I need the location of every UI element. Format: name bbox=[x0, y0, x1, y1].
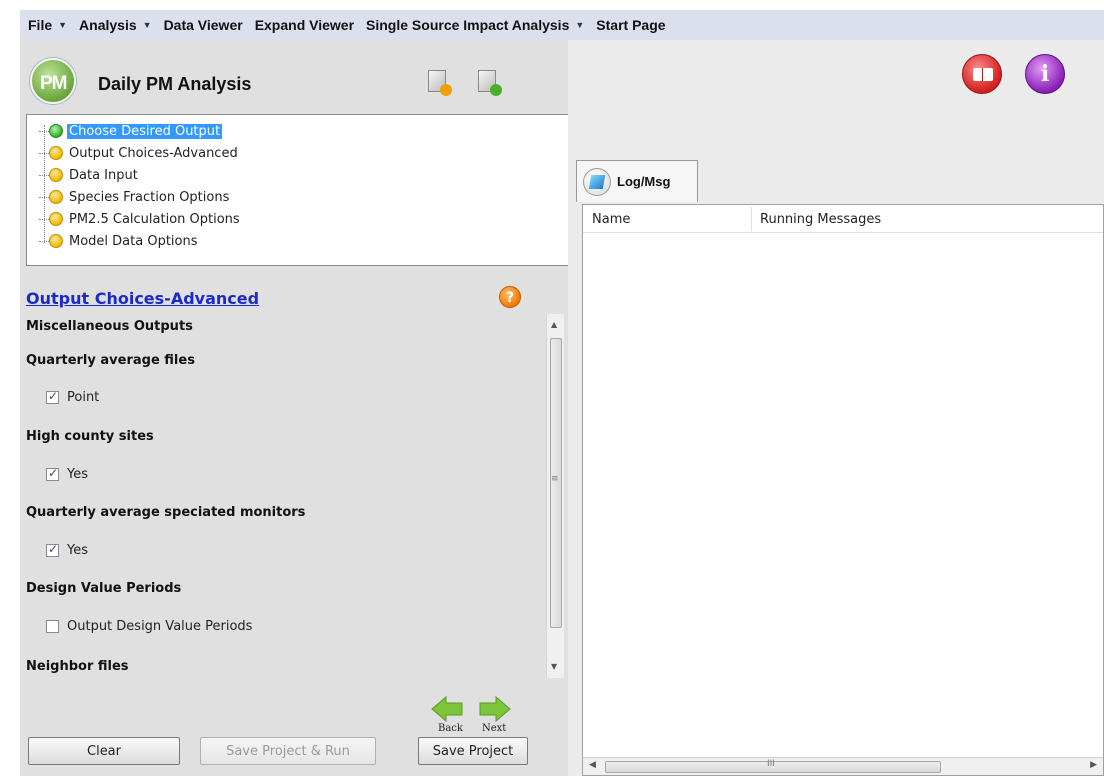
neighbor-files-heading: Neighbor files bbox=[26, 659, 129, 674]
quarterly-speciated-heading: Quarterly average speciated monitors bbox=[26, 505, 306, 520]
tree-item-data-input[interactable]: Data Input bbox=[27, 164, 569, 186]
design-value-periods-heading: Design Value Periods bbox=[26, 581, 182, 596]
page-title: Daily PM Analysis bbox=[98, 74, 252, 94]
section-title-link[interactable]: Output Choices-Advanced bbox=[26, 289, 259, 308]
tree-item-pm25-calculation-options[interactable]: PM2.5 Calculation Options bbox=[27, 208, 569, 230]
menu-file[interactable]: File ▼ bbox=[28, 17, 71, 33]
tab-label: Log/Msg bbox=[617, 174, 671, 189]
status-yellow-icon bbox=[49, 168, 63, 182]
next-label: Next bbox=[482, 723, 507, 734]
scroll-grip-icon: III bbox=[767, 759, 775, 769]
tree-item-label: Species Fraction Options bbox=[69, 189, 230, 205]
menu-data-viewer[interactable]: Data Viewer bbox=[164, 17, 247, 33]
column-header-name[interactable]: Name bbox=[592, 212, 630, 227]
column-divider[interactable] bbox=[751, 207, 752, 231]
menu-single-source[interactable]: Single Source Impact Analysis ▼ bbox=[366, 17, 588, 33]
save-project-button[interactable]: Save Project bbox=[418, 737, 528, 765]
tree-item-label: Data Input bbox=[69, 167, 138, 183]
menu-data-viewer-label: Data Viewer bbox=[163, 17, 243, 33]
tree-item-label: Choose Desired Output bbox=[67, 123, 223, 139]
back-label: Back bbox=[438, 723, 463, 734]
book-icon[interactable] bbox=[962, 54, 1002, 94]
log-horizontal-scrollbar[interactable]: ◀ III ▶ bbox=[583, 757, 1103, 775]
chevron-down-icon: ▼ bbox=[58, 20, 68, 30]
menu-file-label: File bbox=[28, 17, 53, 33]
menu-start-page[interactable]: Start Page bbox=[596, 17, 669, 33]
checkbox-unchecked-icon bbox=[46, 620, 59, 633]
status-yellow-icon bbox=[49, 212, 63, 226]
status-yellow-icon bbox=[49, 190, 63, 204]
clear-button[interactable]: Clear bbox=[28, 737, 180, 765]
status-yellow-icon bbox=[49, 146, 63, 160]
chevron-down-icon: ▼ bbox=[575, 20, 585, 30]
save-project-run-button[interactable]: Save Project & Run bbox=[200, 737, 376, 765]
left-panel: PM Daily PM Analysis Choose Desired Outp… bbox=[20, 40, 570, 776]
checkbox-label: Yes bbox=[67, 467, 88, 482]
status-green-icon bbox=[49, 124, 63, 138]
logo-text: PM bbox=[40, 73, 67, 94]
options-scroll-area: Miscellaneous Outputs Quarterly average … bbox=[26, 314, 546, 678]
scroll-down-icon[interactable]: ▼ bbox=[551, 662, 557, 671]
tree-item-label: Output Choices-Advanced bbox=[69, 145, 238, 161]
help-icon[interactable]: ? bbox=[499, 286, 521, 308]
options-scrollbar[interactable]: ▲ ≡ ▼ bbox=[546, 314, 564, 678]
add-document-icon[interactable] bbox=[428, 68, 452, 96]
menu-expand-viewer-label: Expand Viewer bbox=[254, 17, 355, 33]
tree-item-label: PM2.5 Calculation Options bbox=[69, 211, 240, 227]
tree-item-output-choices-advanced[interactable]: Output Choices-Advanced bbox=[27, 142, 569, 164]
chevron-down-icon: ▼ bbox=[142, 20, 152, 30]
tree-item-choose-desired-output[interactable]: Choose Desired Output bbox=[27, 120, 569, 142]
log-message-panel: Name Running Messages ◀ III ▶ bbox=[582, 204, 1104, 776]
menu-single-source-label: Single Source Impact Analysis bbox=[366, 17, 570, 33]
checkbox-label: Yes bbox=[67, 543, 88, 558]
step-tree: Choose Desired Output Output Choices-Adv… bbox=[26, 114, 570, 266]
next-arrow-icon[interactable] bbox=[478, 695, 512, 723]
status-yellow-icon bbox=[49, 234, 63, 248]
scroll-grip-icon: ≡ bbox=[551, 474, 559, 484]
tree-item-label: Model Data Options bbox=[69, 233, 198, 249]
checkbox-label: Output Design Value Periods bbox=[67, 619, 253, 634]
right-panel: i Log/Msg Name Running Messages ◀ III ▶ bbox=[568, 40, 1104, 776]
misc-outputs-heading: Miscellaneous Outputs bbox=[26, 319, 193, 334]
quarterly-average-files-heading: Quarterly average files bbox=[26, 353, 195, 368]
checkbox-label: Point bbox=[67, 390, 100, 405]
output-design-value-periods-checkbox[interactable]: Output Design Value Periods bbox=[46, 619, 252, 634]
column-header-running-messages[interactable]: Running Messages bbox=[760, 212, 881, 227]
log-table-header: Name Running Messages bbox=[583, 205, 1103, 233]
point-checkbox[interactable]: Point bbox=[46, 389, 100, 405]
menu-analysis-label: Analysis bbox=[79, 17, 137, 33]
high-county-yes-checkbox[interactable]: Yes bbox=[46, 466, 88, 482]
menu-bar: File ▼ Analysis ▼ Data Viewer Expand Viewe… bbox=[20, 10, 1104, 40]
log-tab-icon bbox=[583, 167, 611, 196]
menu-expand-viewer[interactable]: Expand Viewer bbox=[255, 17, 358, 33]
menu-start-page-label: Start Page bbox=[596, 17, 666, 33]
pm-logo-icon: PM bbox=[30, 58, 76, 104]
tree-item-model-data-options[interactable]: Model Data Options bbox=[27, 230, 569, 252]
scroll-right-icon[interactable]: ▶ bbox=[1090, 760, 1097, 770]
tab-log-msg[interactable]: Log/Msg bbox=[576, 160, 698, 202]
checkbox-checked-icon bbox=[46, 466, 59, 481]
menu-analysis[interactable]: Analysis ▼ bbox=[79, 17, 156, 33]
checkbox-checked-icon bbox=[46, 389, 59, 404]
tree-item-species-fraction-options[interactable]: Species Fraction Options bbox=[27, 186, 569, 208]
high-county-sites-heading: High county sites bbox=[26, 429, 154, 444]
checkbox-checked-icon bbox=[46, 542, 59, 557]
scroll-up-icon[interactable]: ▲ bbox=[551, 320, 557, 329]
scroll-left-icon[interactable]: ◀ bbox=[589, 760, 596, 770]
document-settings-icon[interactable] bbox=[478, 68, 502, 96]
speciated-yes-checkbox[interactable]: Yes bbox=[46, 542, 88, 558]
info-icon[interactable]: i bbox=[1025, 54, 1065, 94]
back-arrow-icon[interactable] bbox=[430, 695, 464, 723]
